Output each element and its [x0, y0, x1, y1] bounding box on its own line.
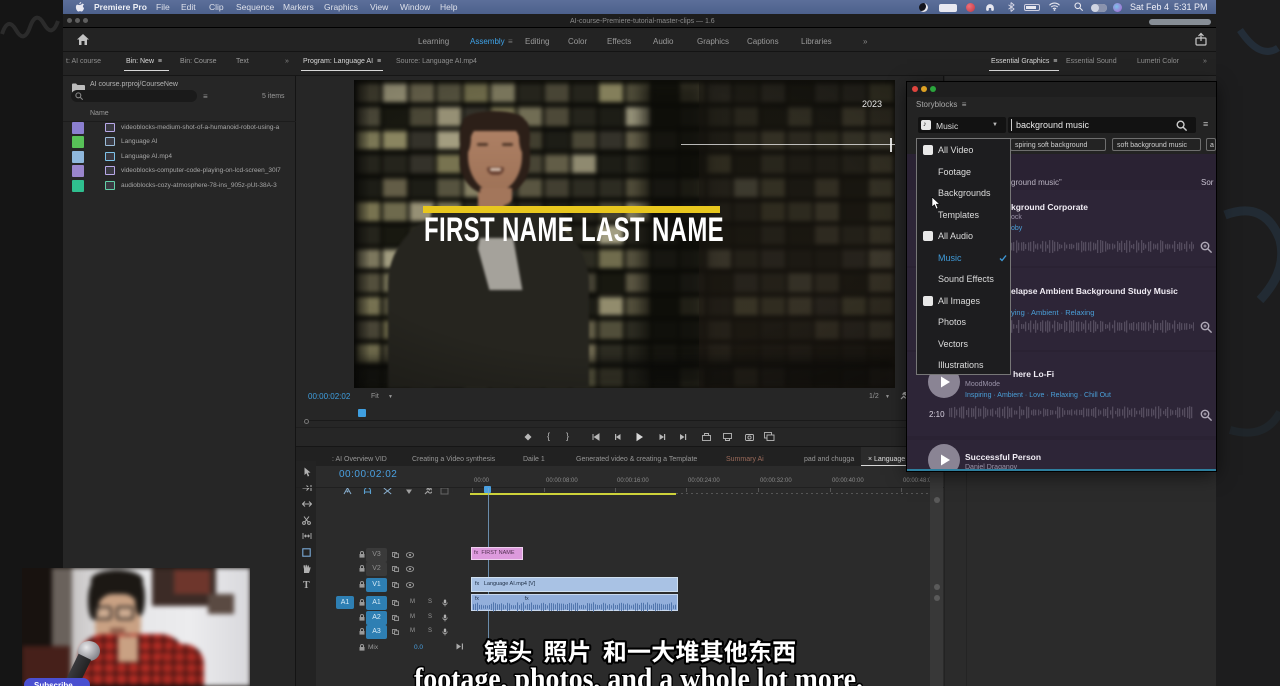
svg-text:footage, photos, and a whole l: footage, photos, and a whole lot more.	[414, 661, 863, 686]
